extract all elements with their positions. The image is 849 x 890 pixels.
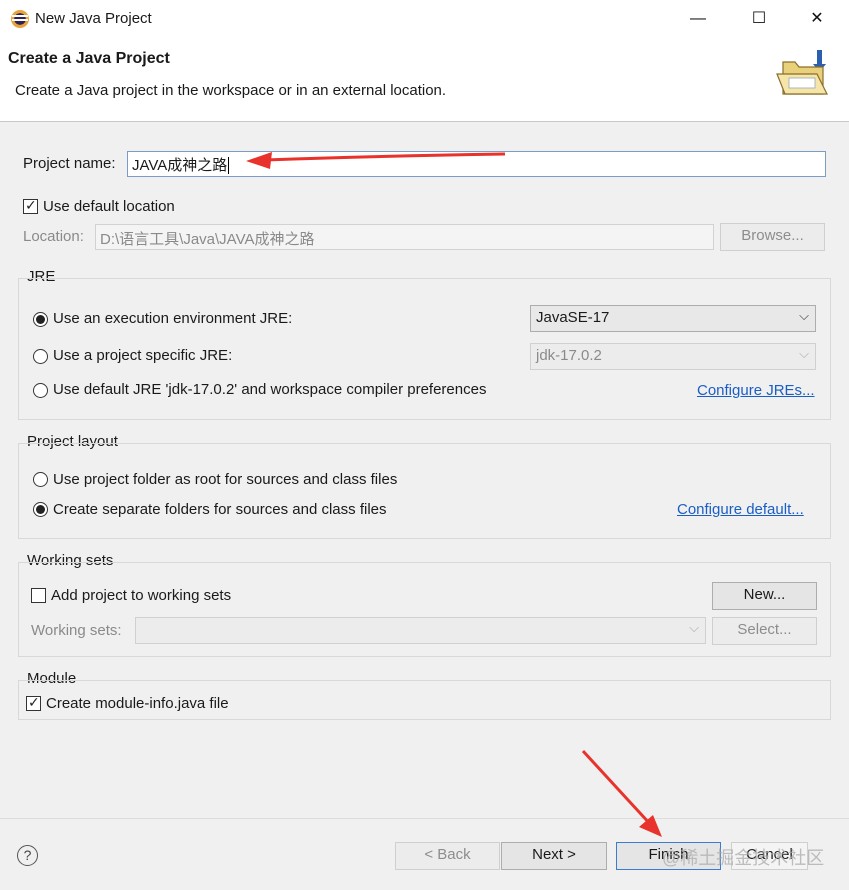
layout-root-folder-radio[interactable]: [33, 472, 48, 487]
wizard-description: Create a Java project in the workspace o…: [15, 82, 447, 99]
select-working-sets-button[interactable]: Select...: [712, 617, 817, 645]
layout-separate-folders-label: Create separate folders for sources and …: [53, 501, 387, 518]
use-default-location-checkbox[interactable]: [23, 197, 38, 214]
maximize-button[interactable]: ☐: [737, 0, 781, 38]
chevron-down-icon: ⌵: [799, 346, 809, 361]
window-title: New Java Project: [35, 10, 152, 27]
add-to-working-sets-checkbox[interactable]: [31, 588, 46, 603]
project-layout-group: [18, 443, 831, 539]
wizard-header: Create a Java Project Create a Java proj…: [0, 38, 849, 122]
browse-button[interactable]: Browse...: [720, 223, 825, 251]
working-sets-label: Working sets:: [31, 622, 122, 639]
back-button[interactable]: < Back: [395, 842, 500, 870]
working-sets-select[interactable]: ⌵: [135, 617, 706, 644]
folder-icon: [776, 50, 828, 95]
configure-jres-link[interactable]: Configure JREs...: [697, 382, 815, 399]
layout-separate-folders-radio[interactable]: [33, 502, 48, 517]
eclipse-app-icon: [11, 10, 29, 28]
location-input[interactable]: D:\语言工具\Java\JAVA成神之路: [95, 224, 714, 250]
jre-execution-env-label: Use an execution environment JRE:: [53, 310, 293, 327]
close-button[interactable]: ✕: [795, 0, 839, 38]
jre-project-specific-radio[interactable]: [33, 349, 48, 364]
watermark: @稀土掘金技术社区: [662, 848, 825, 868]
next-button[interactable]: Next >: [501, 842, 607, 870]
jre-execution-env-radio[interactable]: [33, 312, 48, 327]
help-icon[interactable]: ?: [17, 845, 38, 866]
add-to-working-sets-label: Add project to working sets: [51, 587, 232, 604]
jre-default-radio[interactable]: [33, 383, 48, 398]
project-jre-select[interactable]: jdk-17.0.2 ⌵: [530, 343, 816, 370]
create-module-info-label: Create module-info.java file: [46, 695, 229, 712]
wizard-title: Create a Java Project: [8, 50, 170, 67]
location-label: Location:: [23, 228, 84, 245]
minimize-button[interactable]: —: [676, 0, 720, 38]
project-name-input[interactable]: JAVA成神之路: [127, 151, 826, 177]
new-working-set-button[interactable]: New...: [712, 582, 817, 610]
project-jre-value: jdk-17.0.2: [536, 347, 602, 364]
chevron-down-icon: ⌵: [799, 308, 809, 323]
use-default-location-label: Use default location: [43, 198, 175, 215]
project-name-label: Project name:: [23, 155, 116, 172]
project-name-value: JAVA成神之路: [132, 157, 228, 174]
chevron-down-icon: ⌵: [689, 620, 699, 635]
jre-project-specific-label: Use a project specific JRE:: [53, 347, 233, 364]
layout-root-folder-label: Use project folder as root for sources a…: [53, 471, 398, 488]
execution-env-select[interactable]: JavaSE-17 ⌵: [530, 305, 816, 332]
footer-separator: [0, 818, 849, 819]
execution-env-value: JavaSE-17: [536, 309, 610, 326]
jre-default-label: Use default JRE 'jdk-17.0.2' and workspa…: [53, 381, 487, 398]
configure-default-link[interactable]: Configure default...: [677, 501, 804, 518]
title-bar: New Java Project — ☐ ✕: [0, 0, 849, 38]
create-module-info-checkbox[interactable]: [26, 694, 41, 711]
annotation-arrow: [581, 749, 662, 837]
